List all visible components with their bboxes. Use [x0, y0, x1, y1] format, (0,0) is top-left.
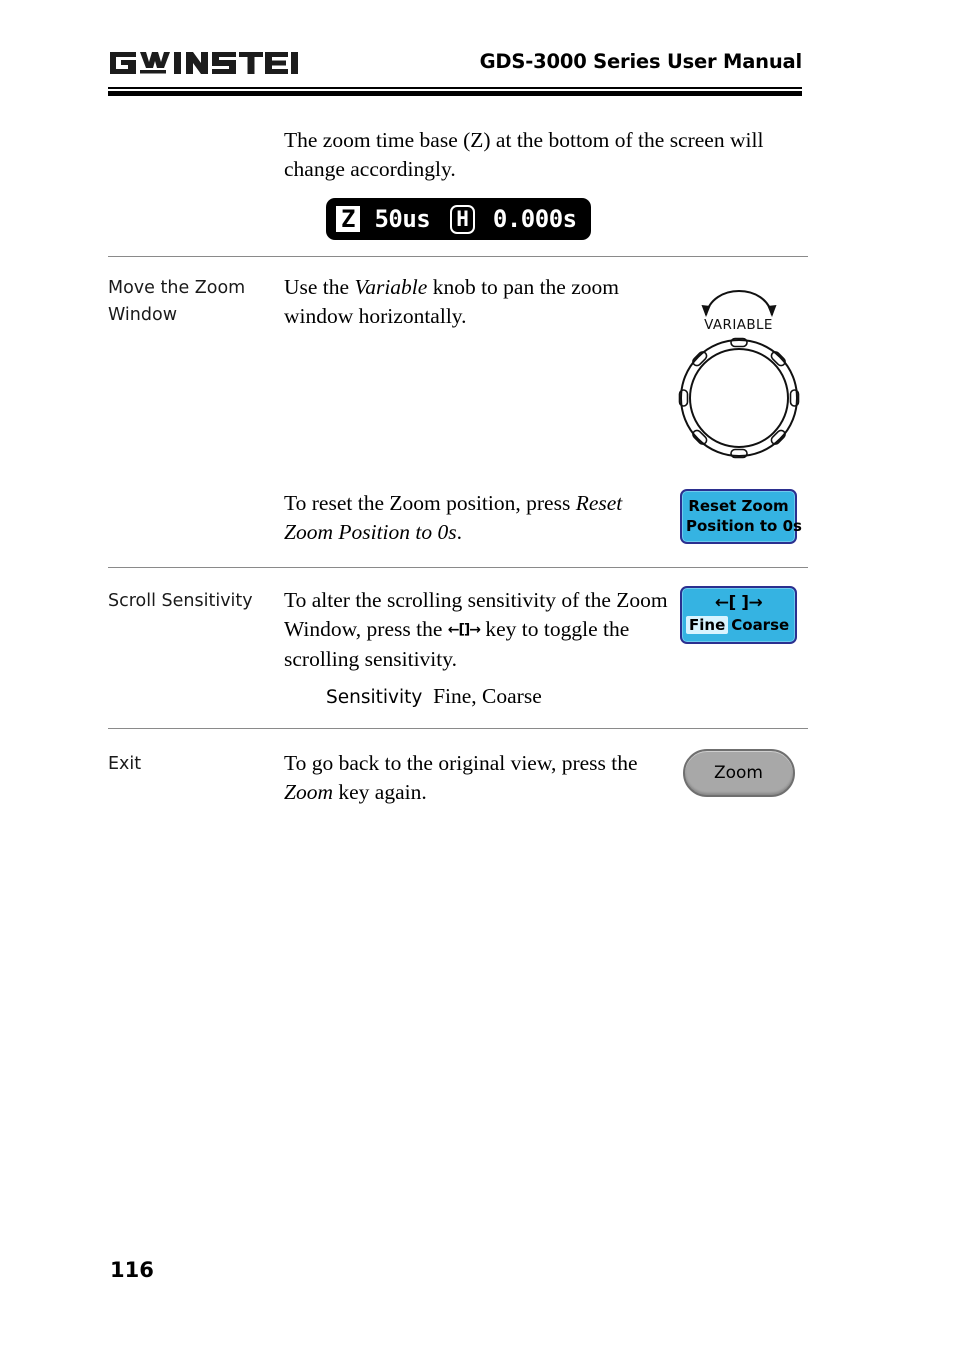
zoom-key-button[interactable]: Zoom: [682, 749, 795, 797]
row-body-scroll-sensitivity: To alter the scrolling sensitivity of th…: [284, 586, 669, 674]
exit-text-prefix: To go back to the original view, press t…: [284, 751, 638, 775]
sensitivity-options: Fine Coarse: [686, 615, 791, 636]
rotate-arrow-icon: [701, 290, 776, 317]
subnote-spacer: [108, 682, 284, 684]
sensitivity-subnote: Sensitivity Fine, Coarse: [284, 682, 711, 712]
row-label-move-zoom-window: Move the Zoom Window: [108, 278, 246, 325]
row-body-reset-zoom: To reset the Zoom position, press Reset …: [284, 489, 669, 547]
intro-label: [108, 126, 284, 128]
sensitivity-option-coarse[interactable]: Coarse: [728, 616, 792, 634]
content-area: The zoom time base (Z) at the bottom of …: [108, 126, 808, 807]
header-rule-thin: [108, 87, 802, 89]
reset-zoom-button-line2: Position to 0s: [686, 517, 802, 535]
lcd-position-value: 0.000s: [492, 205, 577, 233]
lcd-readout: Z 50us H 0.000s: [326, 198, 808, 240]
lcd-h-marker: H: [450, 204, 475, 234]
variable-knob-caption: VARIABLE: [704, 317, 773, 333]
sensitivity-arrows-icon: ←[ ]→: [714, 593, 763, 613]
row-move-zoom-window: Move the Zoom Window Use the Variable kn…: [108, 257, 808, 481]
intro-text: The zoom time base (Z) at the bottom of …: [284, 128, 764, 181]
sensitivity-option-fine[interactable]: Fine: [686, 616, 729, 634]
lcd-timebase-value: 50us: [374, 205, 431, 233]
reset-zoom-position-button[interactable]: Reset Zoom Position to 0s: [680, 489, 802, 544]
figure-reset-zoom-softkey: Reset Zoom Position to 0s: [669, 489, 808, 544]
row-label-exit: Exit: [108, 754, 142, 774]
row-sensitivity-subnote: Sensitivity Fine, Coarse: [108, 678, 808, 728]
scroll-sensitivity-key-icon: ←[]→: [447, 622, 481, 638]
page-header: GDS-3000 Series User Manual: [108, 44, 802, 96]
reset-zoom-text-suffix: .: [456, 520, 462, 544]
page-number: 116: [110, 1258, 154, 1282]
reset-zoom-text-prefix: To reset the Zoom position, press: [284, 491, 576, 515]
figure-zoom-hardkey: Zoom: [669, 749, 808, 797]
reset-zoom-button-line1: Reset Zoom: [688, 497, 789, 515]
row-body-move-zoom-window: Use the Variable knob to pan the zoom wi…: [284, 273, 669, 331]
gwinstek-logo: [108, 46, 298, 80]
subnote-label: Sensitivity: [326, 687, 423, 708]
row-body-exit: To go back to the original view, press t…: [284, 749, 669, 807]
header-rule-thick: [108, 91, 802, 96]
row-exit: Exit To go back to the original view, pr…: [108, 729, 808, 807]
figure-variable-knob: VARIABLE: [669, 273, 808, 459]
exit-text-italic: Zoom: [284, 780, 333, 804]
scroll-sensitivity-button[interactable]: ←[ ]→ Fine Coarse: [680, 586, 797, 644]
subnote-values: Fine, Coarse: [433, 684, 542, 708]
header-title: GDS-3000 Series User Manual: [479, 50, 803, 73]
move-zoom-text-italic: Variable: [354, 275, 428, 299]
zoom-key-label: Zoom: [713, 763, 763, 783]
intro-row: The zoom time base (Z) at the bottom of …: [108, 126, 808, 256]
row-reset-zoom-position: To reset the Zoom position, press Reset …: [108, 481, 808, 567]
move-zoom-text-prefix: Use the: [284, 275, 355, 299]
figure-sensitivity-softkey: ←[ ]→ Fine Coarse: [669, 586, 808, 644]
row-scroll-sensitivity: Scroll Sensitivity To alter the scrollin…: [108, 568, 808, 678]
row-label-reset-zoom: [108, 489, 284, 491]
variable-knob-dial[interactable]: [678, 337, 800, 459]
lcd-zoom-badge: Z: [336, 206, 361, 232]
exit-text-suffix: key again.: [332, 780, 427, 804]
row-label-scroll-sensitivity: Scroll Sensitivity: [108, 591, 253, 611]
